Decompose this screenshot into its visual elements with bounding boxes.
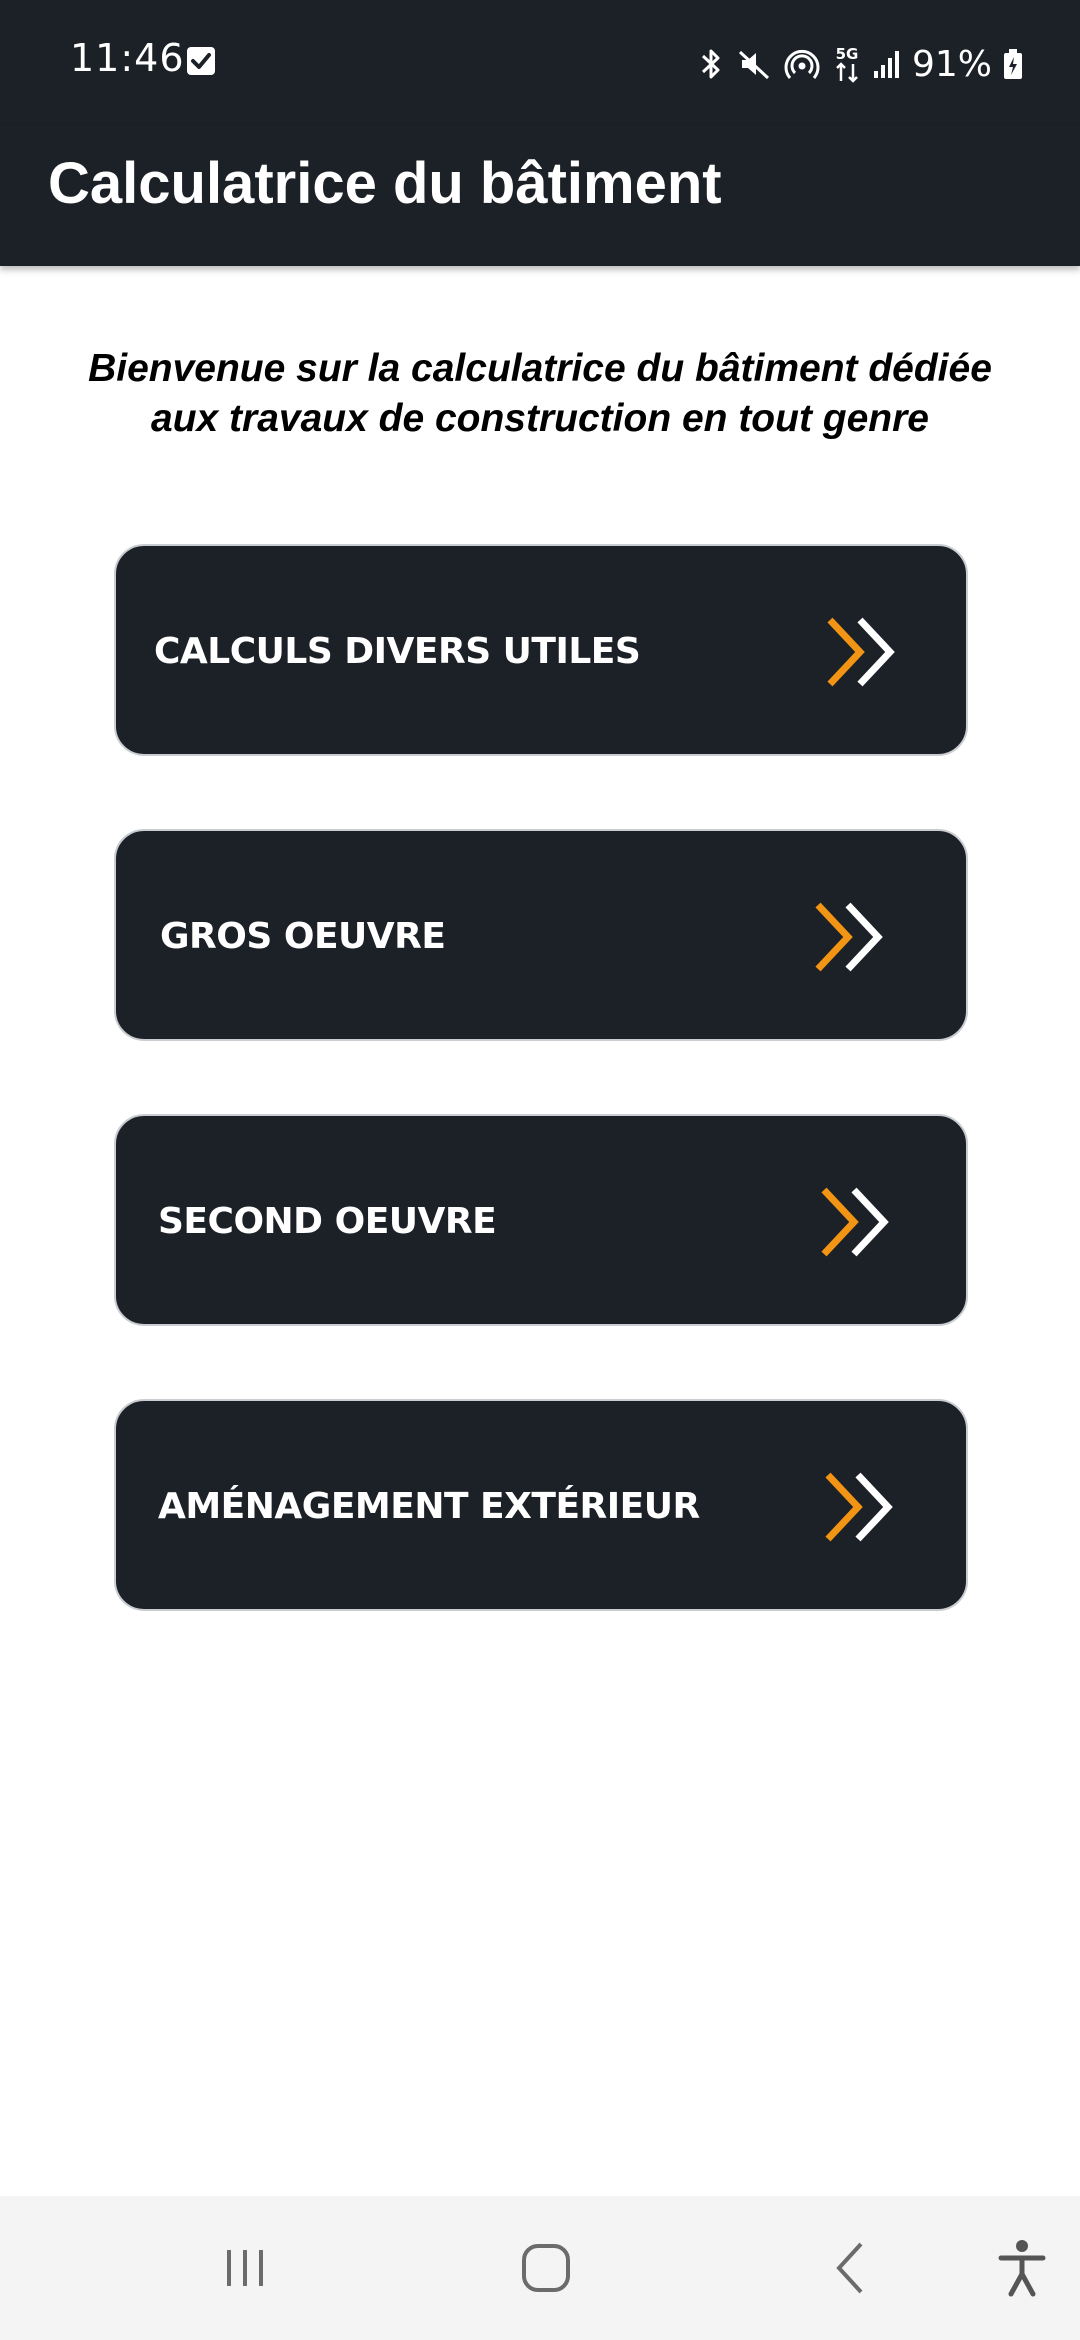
double-chevron-right-icon [821,1187,889,1257]
5g-data-icon: 5G [836,45,859,83]
svg-text:5G: 5G [836,45,859,63]
menu-item-label: SECOND OEUVRE [158,1201,497,1242]
recent-apps-icon [227,2250,263,2286]
bluetooth-icon [701,49,720,79]
status-bar: 11:46 5G 91% [0,0,1080,126]
accessibility-icon [998,2240,1046,2297]
amenagement-exterieur-button[interactable]: AMÉNAGEMENT EXTÉRIEUR [114,1399,968,1611]
status-icons: 5G 91% [696,36,1024,92]
menu-item-label: AMÉNAGEMENT EXTÉRIEUR [158,1486,700,1527]
double-chevron-right-icon [815,902,883,972]
signal-icon [873,51,899,78]
home-button[interactable] [500,2196,592,2340]
back-button[interactable] [806,2196,896,2340]
welcome-line-1: Bienvenue sur la calculatrice du bâtimen… [88,347,992,390]
gros-oeuvre-button[interactable]: GROS OEUVRE [114,829,968,1041]
second-oeuvre-button[interactable]: SECOND OEUVRE [114,1114,968,1326]
status-time: 11:46 [70,36,185,80]
checkbox-icon [187,47,215,75]
battery-percentage: 91% [911,43,992,85]
recent-apps-button[interactable] [200,2196,290,2340]
battery-charging-icon [1004,49,1022,79]
menu-item-label: CALCULS DIVERS UTILES [154,631,641,672]
app-title: Calculatrice du bâtiment [48,151,722,216]
double-chevron-right-icon [825,1472,893,1542]
hotspot-icon [784,49,820,79]
welcome-message: Bienvenue sur la calculatrice du bâtimen… [60,344,1020,444]
calculs-divers-utiles-button[interactable]: CALCULS DIVERS UTILES [114,544,968,756]
home-icon [522,2244,570,2292]
accessibility-button[interactable] [980,2196,1064,2340]
welcome-line-2: aux travaux de construction en tout genr… [151,397,929,440]
double-chevron-right-icon [827,617,895,687]
app-bar: Calculatrice du bâtiment [0,126,1080,266]
menu-item-label: GROS OEUVRE [160,916,446,957]
mute-icon [738,50,770,80]
navigation-bar [0,2196,1080,2340]
back-icon [836,2242,863,2294]
